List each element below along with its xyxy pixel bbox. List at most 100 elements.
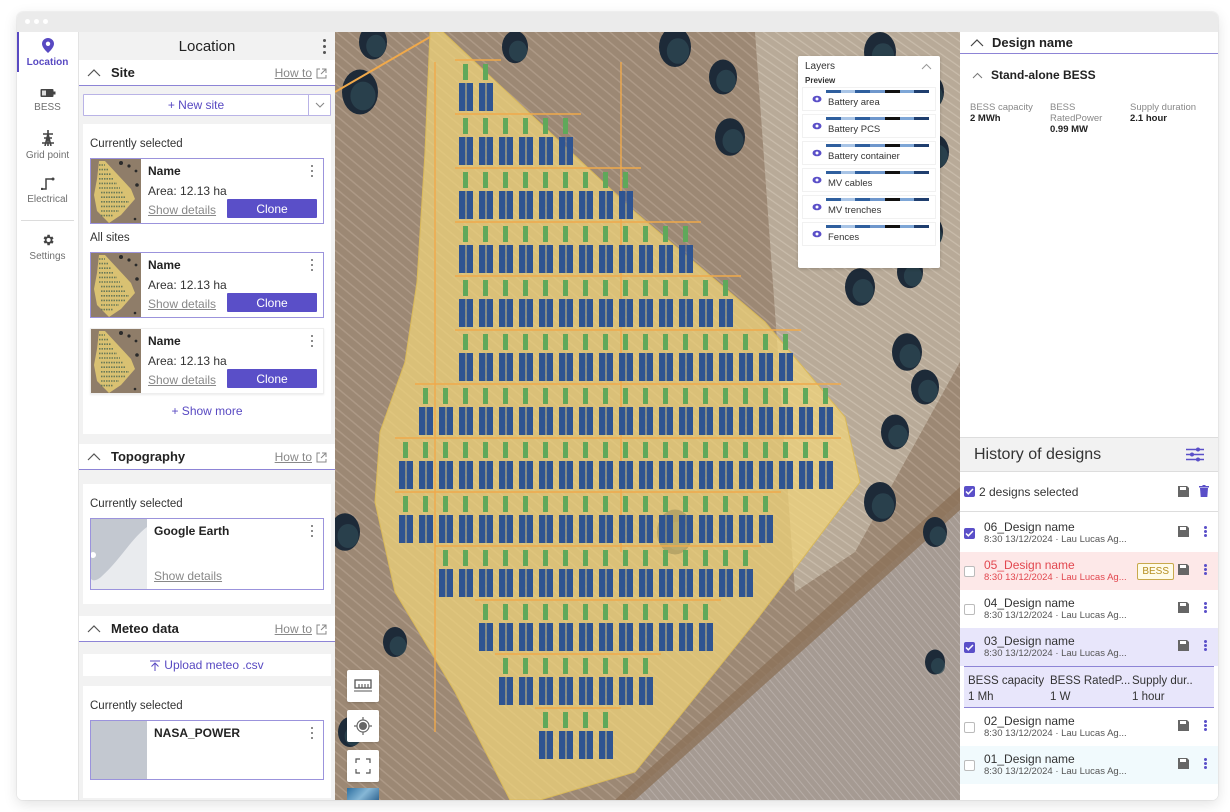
- topography-card[interactable]: Google Earth Show details: [90, 518, 324, 590]
- design-row[interactable]: 04_Design name 8:30 13/12/2024 · Lau Luc…: [960, 590, 1218, 628]
- design-menu-button[interactable]: [1204, 720, 1207, 731]
- layer-legend-bar: [826, 144, 930, 147]
- rail-item-settings[interactable]: Settings: [17, 227, 78, 273]
- design-row[interactable]: 03_Design name 8:30 13/12/2024 · Lau Luc…: [960, 628, 1218, 666]
- site-menu-button[interactable]: [310, 335, 314, 347]
- topography-howto-link[interactable]: How to: [275, 450, 327, 464]
- design-row[interactable]: 06_Design name 8:30 13/12/2024 · Lau Luc…: [960, 514, 1218, 552]
- current-site-card[interactable]: Name Area: 12.13 ha Show details Clone: [90, 158, 324, 224]
- delete-icon[interactable]: [1199, 485, 1209, 497]
- save-icon[interactable]: [1178, 602, 1189, 613]
- fullscreen-button[interactable]: [347, 750, 379, 782]
- rail-item-grid-point[interactable]: Grid point: [17, 124, 78, 170]
- show-details-link[interactable]: Show details: [148, 203, 216, 217]
- site-menu-button[interactable]: [310, 259, 314, 271]
- eye-icon[interactable]: [812, 149, 822, 157]
- battery-pcs: [723, 334, 728, 350]
- meteo-section-header[interactable]: Meteo data How to: [79, 616, 335, 642]
- rail-item-location[interactable]: Location: [17, 32, 78, 78]
- all-sites-label: All sites: [90, 232, 130, 244]
- battery-container: [526, 299, 533, 327]
- layer-item[interactable]: MV trenches: [802, 195, 936, 219]
- eye-icon[interactable]: [812, 176, 822, 184]
- show-more-button[interactable]: + Show more: [90, 398, 324, 432]
- chevron-up-icon[interactable]: [921, 63, 932, 70]
- upload-meteo-button[interactable]: Upload meteo .csv: [83, 654, 331, 676]
- design-header[interactable]: Design name: [960, 32, 1218, 54]
- eye-icon[interactable]: [812, 230, 822, 238]
- site-howto-link[interactable]: How to: [275, 66, 327, 80]
- locate-button[interactable]: [347, 710, 379, 742]
- layer-item[interactable]: Battery area: [802, 87, 936, 111]
- design-menu-button[interactable]: [1204, 564, 1207, 575]
- battery-container: [546, 677, 553, 705]
- bess-subsection-header[interactable]: Stand-alone BESS: [960, 54, 1218, 82]
- design-row[interactable]: 02_Design name 8:30 13/12/2024 · Lau Luc…: [960, 708, 1218, 746]
- battery-container: [566, 515, 573, 543]
- save-icon[interactable]: [1178, 526, 1189, 537]
- save-icon[interactable]: [1178, 758, 1189, 769]
- show-details-link[interactable]: Show details: [154, 569, 222, 583]
- clone-button[interactable]: Clone: [227, 293, 317, 312]
- save-icon[interactable]: [1178, 486, 1189, 497]
- meteo-card[interactable]: NASA_POWER: [90, 720, 324, 780]
- panel-menu-button[interactable]: [321, 37, 327, 55]
- save-icon[interactable]: [1178, 564, 1189, 575]
- battery-container: [719, 353, 726, 381]
- battery-container: [679, 461, 686, 489]
- layer-item[interactable]: Battery container: [802, 141, 936, 165]
- battery-pcs: [743, 334, 748, 350]
- battery-container: [726, 407, 733, 435]
- battery-pcs: [563, 712, 568, 728]
- design-checkbox[interactable]: [964, 565, 975, 577]
- eye-icon[interactable]: [812, 122, 822, 130]
- new-site-button[interactable]: + New site: [84, 98, 308, 112]
- save-icon[interactable]: [1178, 640, 1189, 651]
- design-menu-button[interactable]: [1204, 640, 1207, 651]
- clone-button[interactable]: Clone: [227, 369, 317, 388]
- design-checkbox[interactable]: [964, 759, 975, 771]
- meteo-menu-button[interactable]: [310, 727, 314, 739]
- layer-item[interactable]: MV cables: [802, 168, 936, 192]
- design-row[interactable]: 01_Design name 8:30 13/12/2024 · Lau Luc…: [960, 746, 1218, 784]
- select-all-checkbox[interactable]: [964, 486, 975, 497]
- filter-sliders-icon[interactable]: [1186, 447, 1204, 462]
- battery-container: [606, 731, 613, 759]
- battery-container: [546, 515, 553, 543]
- basemap-switcher[interactable]: [347, 788, 379, 800]
- meteo-howto-link[interactable]: How to: [275, 622, 327, 636]
- rail-item-electrical[interactable]: Electrical: [17, 170, 78, 216]
- clone-button[interactable]: Clone: [227, 199, 317, 218]
- measure-button[interactable]: [347, 670, 379, 702]
- eye-icon[interactable]: [812, 95, 822, 103]
- window-controls[interactable]: [25, 19, 48, 24]
- design-checkbox[interactable]: [964, 527, 975, 539]
- design-menu-button[interactable]: [1204, 526, 1207, 537]
- battery-container: [666, 461, 673, 489]
- topography-menu-button[interactable]: [310, 525, 314, 537]
- battery-container: [499, 407, 506, 435]
- design-checkbox[interactable]: [964, 721, 975, 733]
- battery-container: [559, 623, 566, 651]
- design-checkbox[interactable]: [964, 603, 975, 615]
- rail-item-bess[interactable]: BESS: [17, 78, 78, 124]
- design-menu-button[interactable]: [1204, 602, 1207, 613]
- save-icon[interactable]: [1178, 720, 1189, 731]
- site-menu-button[interactable]: [310, 165, 314, 177]
- site-section-header[interactable]: Site How to: [79, 60, 335, 86]
- battery-pcs: [643, 334, 648, 350]
- layer-item[interactable]: Battery PCS: [802, 114, 936, 138]
- design-row[interactable]: 05_Design name 8:30 13/12/2024 · Lau Luc…: [960, 552, 1218, 590]
- battery-container: [646, 461, 653, 489]
- new-site-dropdown-toggle[interactable]: [308, 95, 330, 115]
- site-card[interactable]: Name Area: 12.13 ha Show details Clone: [90, 328, 324, 394]
- site-card[interactable]: Name Area: 12.13 ha Show details Clone: [90, 252, 324, 318]
- show-details-link[interactable]: Show details: [148, 373, 216, 387]
- design-menu-button[interactable]: [1204, 758, 1207, 769]
- topography-section-header[interactable]: Topography How to: [79, 444, 335, 470]
- layer-item[interactable]: Fences: [802, 222, 936, 246]
- show-details-link[interactable]: Show details: [148, 297, 216, 311]
- map-view[interactable]: Layers Preview Battery area Battery PCS …: [335, 32, 960, 800]
- eye-icon[interactable]: [812, 203, 822, 211]
- design-checkbox[interactable]: [964, 641, 975, 653]
